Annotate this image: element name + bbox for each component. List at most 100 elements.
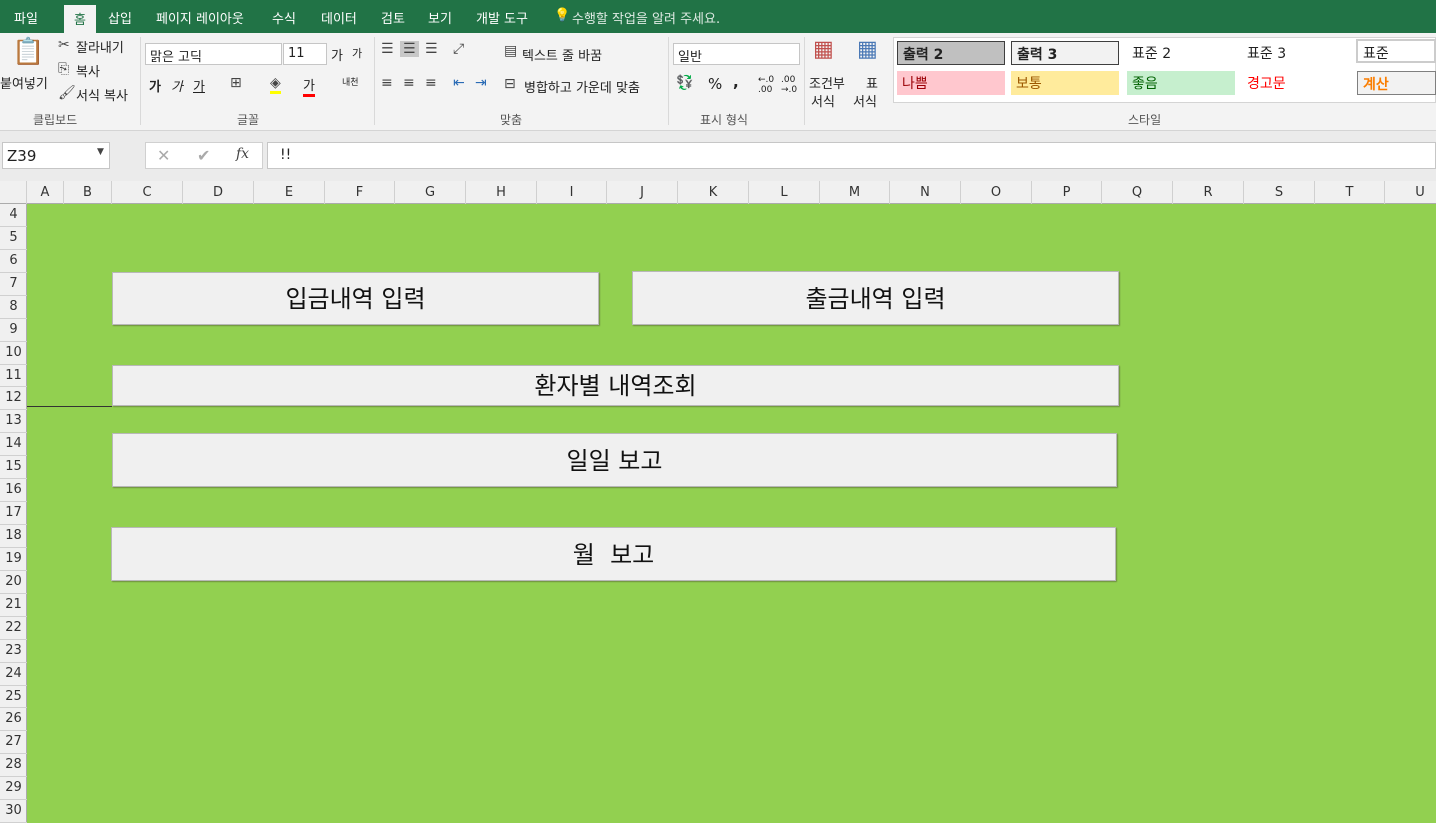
row-header-17[interactable]: 17: [0, 502, 27, 525]
row-header-9[interactable]: 9: [0, 319, 27, 342]
insert-function-icon[interactable]: fx: [236, 146, 249, 162]
number-format-select[interactable]: 일반: [673, 43, 800, 65]
tab-page-layout[interactable]: 페이지 레이아웃: [156, 8, 244, 27]
align-bottom-icon[interactable]: ☰: [425, 41, 438, 57]
column-header-Q[interactable]: Q: [1102, 181, 1173, 204]
fill-color-icon[interactable]: ◈: [270, 75, 281, 94]
column-header-J[interactable]: J: [607, 181, 678, 204]
select-all-corner[interactable]: [0, 181, 27, 204]
column-header-U[interactable]: U: [1385, 181, 1436, 204]
row-header-24[interactable]: 24: [0, 663, 27, 686]
tab-developer[interactable]: 개발 도구: [476, 8, 528, 27]
column-header-C[interactable]: C: [112, 181, 183, 204]
style-warning[interactable]: 경고문: [1242, 71, 1350, 95]
row-header-16[interactable]: 16: [0, 479, 27, 503]
row-header-20[interactable]: 20: [0, 571, 27, 594]
align-left-icon[interactable]: ≡: [381, 75, 393, 91]
row-header-29[interactable]: 29: [0, 777, 27, 801]
tell-me-box[interactable]: 수행할 작업을 알려 주세요.: [572, 8, 720, 27]
row-header-15[interactable]: 15: [0, 456, 27, 480]
cut-button[interactable]: 잘라내기: [76, 37, 124, 56]
column-header-P[interactable]: P: [1032, 181, 1102, 204]
shrink-font-button[interactable]: 가: [352, 45, 362, 61]
conditional-format-button-line2[interactable]: 서식: [811, 91, 835, 110]
style-output-2[interactable]: 출력 2: [897, 41, 1005, 65]
font-name-select[interactable]: 맑은 고딕: [145, 43, 282, 65]
row-header-6[interactable]: 6: [0, 250, 27, 273]
format-painter-button[interactable]: 서식 복사: [76, 85, 128, 104]
formula-input[interactable]: !!: [267, 142, 1436, 169]
borders-icon[interactable]: ⊞: [230, 75, 242, 91]
row-header-27[interactable]: 27: [0, 731, 27, 755]
column-header-R[interactable]: R: [1173, 181, 1244, 204]
row-header-10[interactable]: 10: [0, 342, 27, 365]
tab-file[interactable]: 파일: [14, 8, 38, 27]
tab-data[interactable]: 데이터: [321, 8, 357, 27]
format-table-button[interactable]: 표: [866, 73, 878, 92]
align-top-icon[interactable]: ☰: [381, 41, 394, 57]
align-right-icon[interactable]: ≡: [425, 75, 437, 91]
copy-button[interactable]: 복사: [76, 61, 100, 80]
tab-review[interactable]: 검토: [381, 8, 405, 27]
column-header-E[interactable]: E: [254, 181, 325, 204]
column-header-N[interactable]: N: [890, 181, 961, 204]
column-header-F[interactable]: F: [325, 181, 395, 204]
cancel-icon[interactable]: ✕: [157, 146, 170, 165]
conditional-format-button[interactable]: 조건부: [809, 73, 845, 92]
monthly-report-button[interactable]: 월 보고: [111, 527, 1116, 581]
row-header-26[interactable]: 26: [0, 708, 27, 732]
row-header-13[interactable]: 13: [0, 410, 27, 434]
column-header-O[interactable]: O: [961, 181, 1032, 204]
style-good[interactable]: 좋음: [1127, 71, 1235, 95]
style-neutral[interactable]: 보통: [1011, 71, 1119, 95]
row-header-18[interactable]: 18: [0, 525, 27, 548]
column-header-S[interactable]: S: [1244, 181, 1315, 204]
row-header-22[interactable]: 22: [0, 617, 27, 640]
column-header-K[interactable]: K: [678, 181, 749, 204]
row-header-5[interactable]: 5: [0, 227, 27, 250]
column-header-H[interactable]: H: [466, 181, 537, 204]
row-header-19[interactable]: 19: [0, 548, 27, 571]
phonetic-button[interactable]: 내천: [342, 75, 359, 88]
font-color-button[interactable]: 가: [303, 75, 315, 97]
enter-icon[interactable]: ✔: [197, 146, 210, 165]
grow-font-button[interactable]: 가: [331, 45, 343, 64]
row-header-12[interactable]: 12: [0, 387, 27, 411]
row-header-25[interactable]: 25: [0, 686, 27, 709]
style-normal-2[interactable]: 표준 2: [1127, 41, 1235, 65]
row-header-4[interactable]: 4: [0, 204, 27, 227]
style-output-3[interactable]: 출력 3: [1011, 41, 1119, 65]
row-header-14[interactable]: 14: [0, 433, 27, 457]
tab-view[interactable]: 보기: [428, 8, 452, 27]
row-header-30[interactable]: 30: [0, 800, 27, 823]
orientation-icon[interactable]: ⤢: [453, 41, 464, 57]
style-normal[interactable]: 표준: [1356, 39, 1436, 63]
column-header-M[interactable]: M: [820, 181, 890, 204]
bold-button[interactable]: 가: [149, 76, 161, 95]
align-middle-icon[interactable]: ☰: [400, 41, 419, 57]
row-header-23[interactable]: 23: [0, 640, 27, 663]
column-header-D[interactable]: D: [183, 181, 254, 204]
increase-indent-icon[interactable]: ⇥: [475, 75, 487, 91]
style-normal-3[interactable]: 표준 3: [1242, 41, 1350, 65]
row-header-11[interactable]: 11: [0, 365, 27, 388]
wrap-text-button[interactable]: 텍스트 줄 바꿈: [522, 45, 602, 64]
style-calculation[interactable]: 계산: [1357, 71, 1436, 95]
row-header-8[interactable]: 8: [0, 296, 27, 319]
merge-center-button[interactable]: 병합하고 가운데 맞춤: [524, 77, 640, 96]
column-header-A[interactable]: A: [27, 181, 64, 204]
column-header-G[interactable]: G: [395, 181, 466, 204]
tab-home[interactable]: 홈: [64, 5, 96, 33]
tab-insert[interactable]: 삽입: [108, 8, 132, 27]
percent-button[interactable]: %: [708, 75, 722, 93]
format-table-button-line2[interactable]: 서식: [853, 91, 877, 110]
patient-history-button[interactable]: 환자별 내역조회: [112, 365, 1119, 406]
underline-button[interactable]: 가: [193, 76, 205, 95]
align-center-icon[interactable]: ≡: [403, 75, 415, 91]
name-box[interactable]: Z39: [2, 142, 110, 169]
daily-report-button[interactable]: 일일 보고: [112, 433, 1117, 487]
currency-icon[interactable]: 💱: [676, 75, 693, 91]
decrease-indent-icon[interactable]: ⇤: [453, 75, 465, 91]
italic-button[interactable]: 가: [171, 76, 183, 95]
chevron-down-icon[interactable]: ▼: [97, 147, 104, 157]
